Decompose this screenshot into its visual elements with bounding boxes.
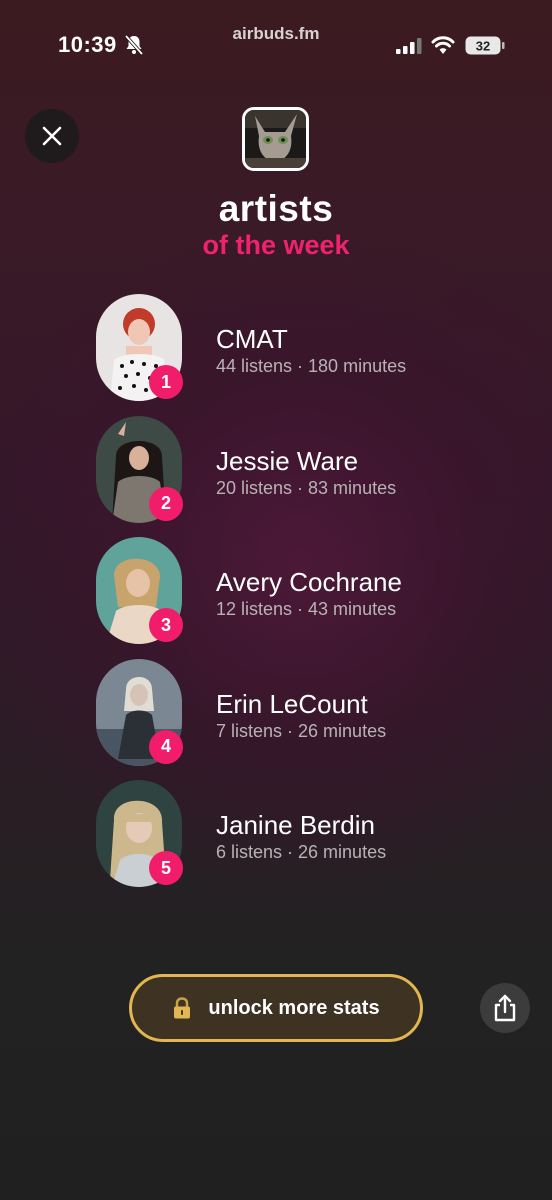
page-subtitle: of the week: [202, 230, 350, 260]
artist-stats: 44 listens · 180 minutes: [216, 356, 407, 376]
status-bar: 10:39 airbuds.fm 32: [0, 0, 552, 80]
cat-avatar-image: [245, 110, 306, 168]
signal-icon: [396, 38, 422, 54]
close-button[interactable]: [25, 109, 79, 163]
rank-badge: 4: [149, 729, 183, 764]
artist-name: Avery Cochrane: [216, 567, 402, 597]
artist-row[interactable]: 5 Janine Berdin 6 listens · 26 minutes: [96, 780, 516, 902]
unlock-label: unlock more stats: [208, 996, 380, 1019]
artist-stats: 20 listens · 83 minutes: [216, 477, 397, 498]
battery-icon: 32: [465, 36, 505, 55]
close-icon: [42, 126, 62, 146]
lock-icon: [174, 997, 191, 1019]
unlock-more-stats-button[interactable]: unlock more stats: [129, 974, 423, 1042]
artist-row[interactable]: 2 Jessie Ware 20 listens · 83 minutes: [96, 415, 516, 538]
rank-badge: 1: [149, 365, 183, 399]
rank-badge: 3: [149, 608, 183, 642]
artist-name: Jessie Ware: [216, 445, 359, 476]
rank-badge: 2: [149, 486, 183, 521]
artist-row[interactable]: 4 Erin LeCount 7 listens · 26 minutes: [96, 658, 516, 781]
artist-name: Erin LeCount: [216, 688, 368, 719]
artist-list: 1 CMAT 44 listens · 180 minutes 2 Jessie…: [96, 294, 516, 902]
artist-stats: 12 listens · 43 minutes: [216, 599, 397, 619]
artist-stats: 7 listens · 26 minutes: [216, 720, 387, 741]
wifi-icon: [431, 36, 455, 54]
artist-name: CMAT: [216, 324, 288, 354]
artist-row[interactable]: 1 CMAT 44 listens · 180 minutes: [96, 294, 516, 416]
artist-name: Janine Berdin: [216, 810, 375, 840]
share-button[interactable]: [480, 983, 530, 1033]
profile-avatar[interactable]: [242, 107, 309, 171]
artist-row[interactable]: 3 Avery Cochrane 12 listens · 43 minutes: [96, 537, 516, 659]
battery-level: 32: [476, 39, 490, 54]
page-title: artists: [218, 188, 334, 229]
share-icon: [494, 994, 516, 1022]
artist-stats: 6 listens · 26 minutes: [216, 842, 387, 862]
rank-badge: 5: [149, 851, 183, 885]
